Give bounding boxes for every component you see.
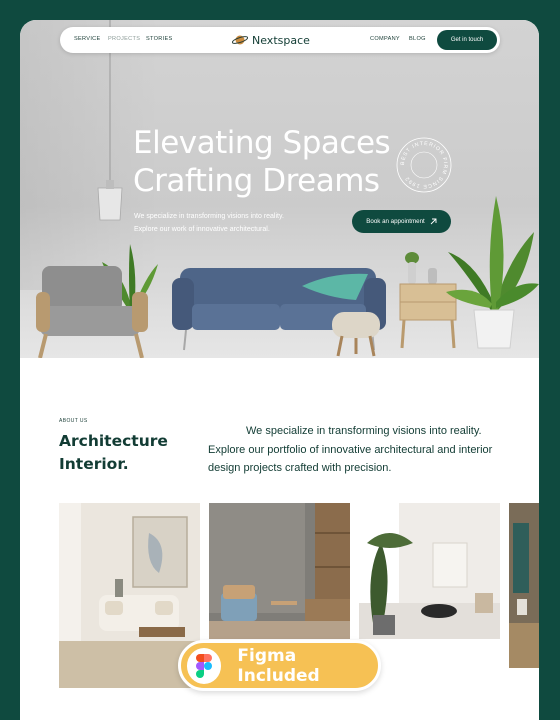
book-appointment-label: Book an appointment [366, 218, 425, 225]
ottoman-illustration [332, 312, 380, 357]
about-heading: Architecture Interior. [59, 430, 189, 476]
since-badge: BEST INTERIOR FIRM SINCE 1992 [396, 137, 452, 193]
minimal-room-photo-illustration [359, 503, 500, 639]
get-in-touch-button[interactable]: Get in touch [437, 30, 497, 50]
about-heading-line-1: Architecture [59, 432, 168, 450]
nav-link-projects[interactable]: PROJECTS [108, 36, 140, 42]
brand-name: Nextspace [252, 33, 310, 47]
about-text: We specialize in transforming visions in… [208, 425, 493, 474]
about-heading-line-2: Interior. [59, 455, 129, 473]
hero-section: SERVICE PROJECTS STORIES Nextspace COMPA… [20, 20, 539, 358]
gallery-photo-reading-nook[interactable] [209, 503, 350, 639]
nav-link-company[interactable]: COMPANY [370, 36, 400, 42]
hero-title: Elevating Spaces Crafting Dreams [133, 124, 433, 200]
nav-link-service[interactable]: SERVICE [74, 36, 101, 42]
top-nav: SERVICE PROJECTS STORIES Nextspace COMPA… [60, 27, 500, 53]
hero-description: We specialize in transforming visions in… [134, 210, 334, 236]
gallery-photo-partial[interactable] [509, 503, 539, 668]
brand-logo[interactable]: Nextspace [232, 33, 310, 47]
svg-text:BEST INTERIOR FIRM SINCE 1992: BEST INTERIOR FIRM SINCE 1992 [400, 141, 448, 189]
hero-title-line-2: Crafting Dreams [133, 163, 380, 199]
hero-title-line-1: Elevating Spaces [133, 125, 391, 161]
planet-icon [232, 35, 248, 45]
figma-icon [196, 653, 213, 678]
about-kicker: ABOUT US [59, 418, 88, 424]
reading-nook-photo-illustration [209, 503, 350, 639]
gallery-photo-minimal-room[interactable] [359, 503, 500, 639]
figma-logo-container [187, 647, 222, 684]
figma-included-label: Figma Included [237, 645, 320, 686]
partial-photo-illustration [509, 503, 539, 668]
nav-link-blog[interactable]: BLOG [409, 36, 426, 42]
plant-right-illustration [446, 196, 539, 349]
armchair-illustration [36, 266, 148, 358]
figma-included-badge: Figma Included [178, 640, 381, 691]
badge-text: BEST INTERIOR FIRM SINCE 1992 [400, 141, 447, 189]
arrow-up-right-icon [430, 218, 437, 225]
hero-desc-line-2: Explore our work of innovative architect… [134, 226, 270, 233]
book-appointment-button[interactable]: Book an appointment [352, 210, 451, 233]
hero-desc-line-1: We specialize in transforming visions in… [134, 213, 284, 220]
nav-link-stories[interactable]: STORIES [146, 36, 173, 42]
page-card: SERVICE PROJECTS STORIES Nextspace COMPA… [20, 20, 539, 720]
